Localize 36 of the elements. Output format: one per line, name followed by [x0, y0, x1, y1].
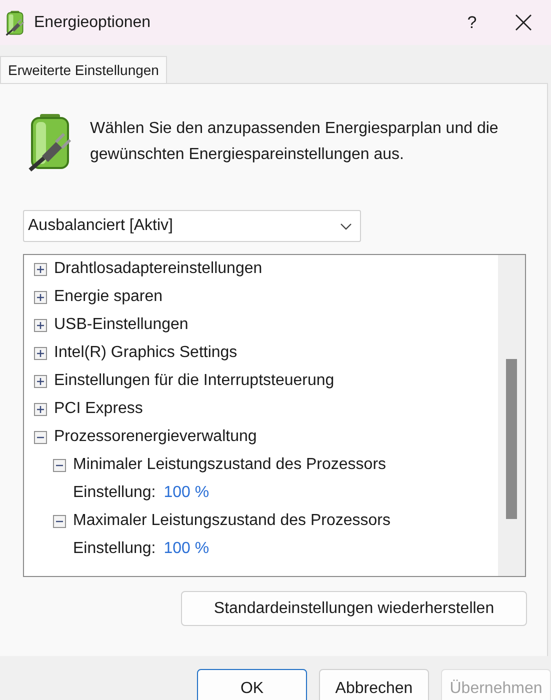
- help-button[interactable]: ?: [449, 0, 495, 45]
- dialog-button[interactable]: Abbrechen: [319, 669, 429, 700]
- tree-item[interactable]: USB-Einstellungen: [54, 313, 188, 337]
- expand-icon[interactable]: [34, 402, 47, 416]
- setting-value[interactable]: 100 %: [164, 537, 210, 561]
- scrollbar[interactable]: [498, 255, 525, 576]
- tree-item[interactable]: Prozessorenergieverwaltung: [54, 425, 257, 449]
- setting-label: Einstellung:: [73, 539, 156, 559]
- tree-item[interactable]: Drahtlosadaptereinstellungen: [54, 257, 262, 281]
- tree-item[interactable]: Maximaler Leistungszustand des Prozessors: [73, 509, 390, 533]
- setting-label: Einstellung:: [73, 483, 156, 503]
- tree-item[interactable]: Einstellungen für die Interruptsteuerung: [54, 369, 334, 393]
- tree-item[interactable]: Energie sparen: [54, 285, 163, 309]
- collapse-icon[interactable]: [34, 430, 47, 444]
- expand-icon[interactable]: [34, 290, 47, 304]
- restore-defaults-button[interactable]: Standardeinstellungen wiederherstellen: [181, 591, 527, 626]
- intro-text: Wählen Sie den anzupassenden Energiesparplan und die gewünschten Energiespareinstellungen aus.: [90, 119, 500, 165]
- close-icon: [514, 14, 532, 31]
- expand-icon[interactable]: [34, 346, 47, 360]
- expand-icon[interactable]: [34, 318, 47, 332]
- collapse-icon[interactable]: [53, 514, 66, 528]
- expand-icon[interactable]: [34, 374, 47, 388]
- collapse-icon[interactable]: [53, 458, 66, 472]
- tab[interactable]: Erweiterte Einstellungen: [0, 56, 167, 84]
- dialog-button[interactable]: OK: [197, 669, 307, 700]
- tree-item[interactable]: PCI Express: [54, 397, 143, 421]
- window-title: Energieoptionen: [34, 12, 151, 32]
- plan-dropdown[interactable]: Ausbalanciert [Aktiv]: [23, 210, 361, 242]
- battery-icon: [4, 10, 26, 36]
- tree-item[interactable]: Intel(R) Graphics Settings: [54, 341, 238, 365]
- scrollbar-thumb[interactable]: [506, 359, 517, 519]
- setting-value[interactable]: 100 %: [164, 481, 210, 505]
- tree-item[interactable]: Minimaler Leistungszustand des Prozessors: [73, 453, 386, 477]
- chevron-down-icon: [340, 222, 352, 230]
- expand-icon[interactable]: [34, 262, 47, 276]
- battery-icon: [26, 112, 74, 172]
